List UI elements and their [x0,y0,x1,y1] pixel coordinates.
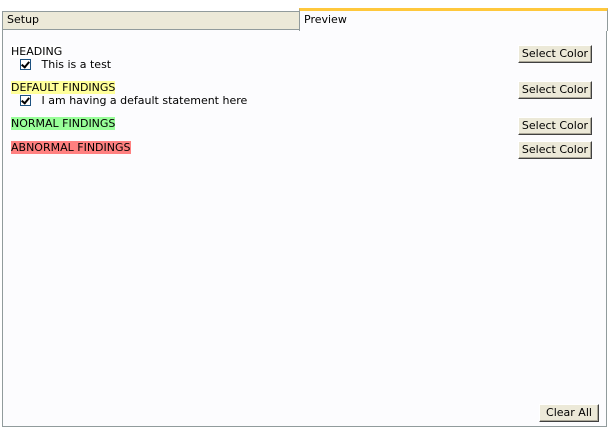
select-color-button-normal-findings[interactable]: Select Color [518,117,592,135]
section-item-heading: This is a test [20,58,111,71]
section-label-abnormal-findings: ABNORMAL FINDINGS [11,141,131,154]
section-label-default-findings: DEFAULT FINDINGS [11,81,116,94]
tab-preview[interactable]: Preview [299,8,608,31]
item-label-heading: This is a test [41,58,112,71]
select-color-button-default-findings[interactable]: Select Color [518,81,592,99]
checkbox-heading-item[interactable] [20,59,31,70]
item-label-default-findings: I am having a default statement here [41,94,248,107]
clear-all-button[interactable]: Clear All [539,404,599,422]
section-label-normal-findings: NORMAL FINDINGS [11,117,116,130]
section-label-heading: HEADING [11,45,63,58]
checkbox-default-findings-item[interactable] [20,95,31,106]
sections-container: HEADING This is a test Select Color DEFA… [0,0,615,433]
select-color-button-heading[interactable]: Select Color [518,45,592,63]
select-color-button-abnormal-findings[interactable]: Select Color [518,141,592,159]
section-item-default-findings: I am having a default statement here [20,94,247,107]
